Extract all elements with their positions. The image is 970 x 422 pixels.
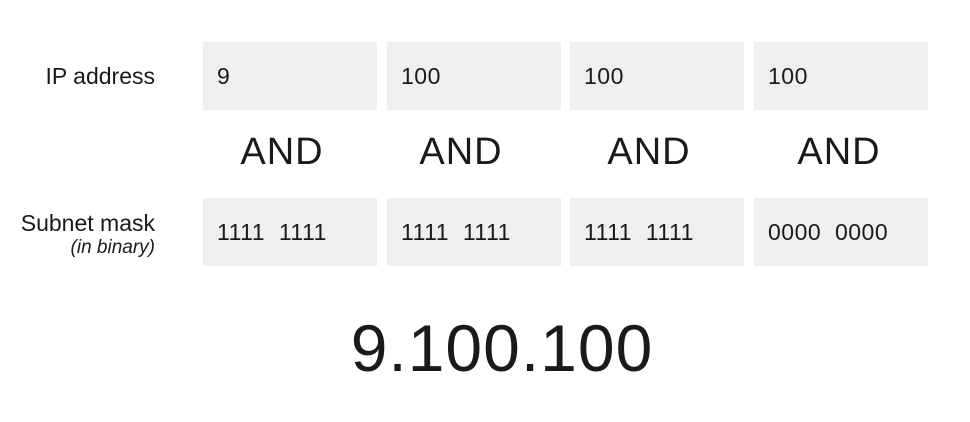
- mask-octet-3: 1111 1111: [570, 198, 744, 266]
- network-prefix-result: 9.100.100: [350, 311, 654, 385]
- mask-octet-1: 1111 1111: [203, 198, 377, 266]
- mask-octet-4: 0000 0000: [754, 198, 928, 266]
- and-operator-4: AND: [797, 131, 881, 173]
- ip-address-label: IP address: [45, 62, 155, 90]
- subnet-mask-label: Subnet mask (in binary): [21, 209, 155, 259]
- and-operator-3: AND: [607, 131, 691, 173]
- ip-address-label-text: IP address: [45, 63, 155, 89]
- ip-octet-1: 9: [203, 42, 377, 110]
- and-operator-1: AND: [240, 131, 324, 173]
- and-operator-2: AND: [419, 131, 503, 173]
- mask-octet-2: 1111 1111: [387, 198, 561, 266]
- subnet-mask-label-text: Subnet mask: [20, 210, 155, 236]
- ip-octet-2: 100: [387, 42, 561, 110]
- ip-octet-4: 100: [754, 42, 928, 110]
- subnet-mask-sublabel: (in binary): [70, 237, 155, 258]
- ip-octet-3: 100: [570, 42, 744, 110]
